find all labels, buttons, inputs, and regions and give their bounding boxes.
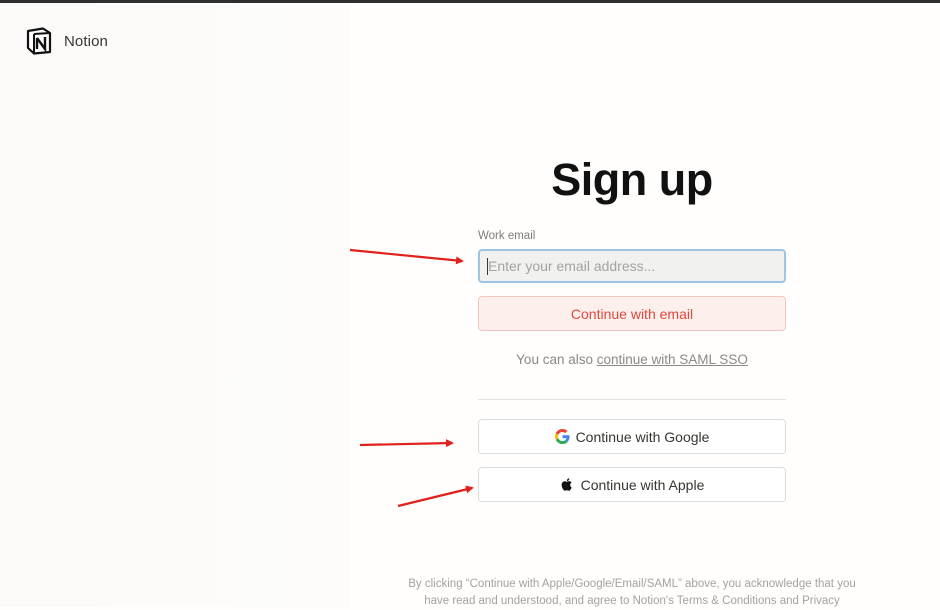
- continue-with-apple-button[interactable]: Continue with Apple: [478, 467, 786, 502]
- annotation-arrow-email: [349, 248, 464, 265]
- legal-disclaimer: By clicking “Continue with Apple/Google/…: [382, 576, 882, 610]
- continue-with-email-label: Continue with email: [570, 305, 694, 322]
- app-name: Notion: [64, 32, 108, 50]
- notion-logo[interactable]: Notion: [25, 27, 108, 55]
- saml-sso-link[interactable]: continue with SAML SSO: [597, 352, 748, 367]
- saml-sso-text: You can also continue with SAML SSO: [478, 352, 786, 367]
- continue-with-google-label: Continue with Google: [575, 428, 710, 445]
- saml-sso-prefix: You can also: [516, 352, 597, 367]
- google-icon: [554, 429, 570, 444]
- annotation-arrow-apple: [397, 485, 474, 508]
- continue-with-apple-label: Continue with Apple: [580, 476, 705, 493]
- legal-line-2: have read and understood, and agree to N…: [424, 595, 840, 607]
- annotation-arrow-google: [359, 439, 454, 448]
- apple-icon: [560, 477, 575, 492]
- legal-line-1: By clicking “Continue with Apple/Google/…: [408, 578, 856, 590]
- text-caret: [487, 258, 488, 275]
- left-background-panel: [0, 3, 350, 607]
- email-input[interactable]: [478, 249, 786, 283]
- divider: [478, 399, 786, 400]
- continue-with-google-button[interactable]: Continue with Google: [478, 419, 786, 454]
- page-title: Sign up: [551, 154, 713, 205]
- notion-logo-icon: [25, 27, 53, 55]
- email-label: Work email: [478, 230, 536, 242]
- continue-with-email-button[interactable]: Continue with email: [478, 296, 786, 331]
